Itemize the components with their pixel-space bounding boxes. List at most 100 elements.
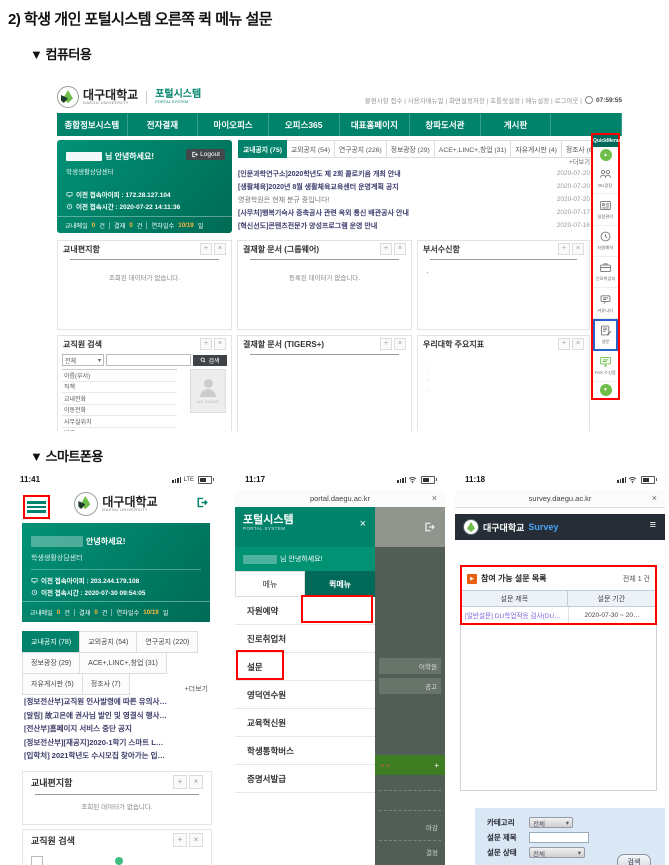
widget-close-button[interactable]: × [214,243,226,255]
drawer-item-yeongdeok-center[interactable]: 영덕연수원 [235,681,375,709]
search-button[interactable]: 검색 [617,854,651,865]
close-icon[interactable]: × [432,493,437,503]
widget-add-button[interactable]: + [380,243,392,255]
notice-title[interactable]: [전산부]홈페이지 서비스 중단 공지 [24,723,216,737]
notice-tab-6[interactable]: 정조사 (7) [82,673,130,695]
notice-tab-0[interactable]: 교내공지 (78) [22,631,80,653]
mail-count-label[interactable]: 교내메일 [65,221,88,230]
notice-title[interactable]: [사무처]행복기숙사 증축공사 관련 옥외 통신 배관공사 안내 [238,208,409,218]
notice-title[interactable]: [정보전산부]교직원 인사발령에 따른 유의사… [24,696,216,710]
quickmenu-scroll-up-button[interactable]: ▲ [600,149,612,161]
drawer-item-survey[interactable]: 설문 [235,653,375,681]
notice-row[interactable]: [혁신선도]콘텐츠전문가 양성프로그램 운영 안내 2020-07-16 [238,219,590,232]
notice-tab-5[interactable]: 자유게시판 (5) [22,673,83,695]
survey-link[interactable]: [일반설문] DU학업적응 검사(DU… [462,607,568,623]
hamburger-menu-icon[interactable]: ≡ [650,519,656,531]
quickmenu-item-community[interactable]: 커뮤니티 [593,288,618,319]
leave-days-label[interactable]: 연차일수 [116,608,139,617]
notice-tab-1[interactable]: 교외공지 (54) [79,631,137,653]
widget-close-button[interactable]: × [394,338,406,350]
widget-close-button[interactable]: × [572,338,584,350]
drawer-item-certificate-issue[interactable]: 증명서발급 [235,765,375,793]
widget-add-button[interactable]: + [173,833,187,847]
hamburger-menu-annotation-red-box[interactable] [23,495,50,519]
nav-item-0[interactable]: 종합정보시스템 [57,113,128,136]
widget-add-button[interactable]: + [200,338,212,350]
close-icon[interactable]: × [652,493,657,503]
notice-tab-0[interactable]: 교내공지 (75) [238,140,287,158]
quickmenu-item-resource-reservation[interactable]: 자원예약 [593,226,618,257]
quickmenu-item-survey-annotation-blue-box[interactable]: 설문 [593,319,618,350]
leave-days-label[interactable]: 연차일수 [151,221,174,230]
notice-title[interactable]: [혁신선도]콘텐츠전문가 양성프로그램 운영 안내 [238,221,377,231]
quickmenu-item-career-center[interactable]: 진로취업처 [593,257,618,288]
widget-close-button[interactable]: × [394,243,406,255]
notice-tab-2[interactable]: 연구공지 (226) [335,140,387,158]
notice-tab-3[interactable]: 정보광장 (29) [387,140,435,158]
drawer-item-career-center[interactable]: 진로취업처 [235,625,375,653]
checkbox[interactable] [31,856,43,865]
widget-add-button[interactable]: + [380,338,392,350]
widget-add-button[interactable]: + [558,338,570,350]
drawer-item-student-bus[interactable]: 학생통학버스 [235,737,375,765]
drawer-tab-menu[interactable]: 메뉴 [235,571,305,597]
notice-row[interactable]: [사무처]행복기숙사 증축공사 관련 옥외 통신 배관공사 안내 2020-07… [238,206,590,219]
drawer-item-education-innovation[interactable]: 교육혁신원 [235,709,375,737]
survey-table-row[interactable]: [일반설문] DU학업적응 검사(DU… 2020-07-30 ~ 20… [462,607,655,623]
drawer-tab-quickmenu[interactable]: 퀵메뉴 [305,571,375,597]
more-link[interactable]: +더보기 [185,684,208,694]
notice-title[interactable]: [정보전산부][재공지]2020-1학기 스마트 L… [24,737,216,751]
nav-item-4[interactable]: 대표홈페이지 [340,113,411,136]
drawer-item-resource-reservation[interactable]: 자원예약 [235,597,375,625]
notice-title[interactable]: 영광학원은 현재 분규 중입니다! [238,195,330,205]
notice-title[interactable]: [인문과학연구소]2020학년도 제 2회 콜로키움 개최 안내 [238,169,401,179]
logout-button[interactable] [195,496,208,509]
quickmenu-scroll-down-button[interactable]: ▼ [600,384,612,396]
notice-title[interactable]: [생활체육]2020년 8월 생활체육교육센터 운영계획 공지 [238,182,399,192]
browser-url-bar[interactable]: portal.daegu.ac.kr × [235,490,445,508]
approval-count-label[interactable]: 결재 [114,221,125,230]
notice-tab-4[interactable]: ACE+,LINC+,창업 (31) [79,652,167,674]
category-select[interactable]: 전체▾ [529,817,573,828]
notice-tab-4[interactable]: ACE+,LINC+,창업 (31) [435,140,512,158]
notice-tab-5[interactable]: 자유게시판 (4) [511,140,561,158]
widget-add-button[interactable]: + [558,243,570,255]
utility-links-text[interactable]: 불편사항 접수 | 사용자매뉴얼 | 화면설정저장 | 포틀릿설정 | 메뉴설정… [365,95,582,105]
staff-scope-select[interactable]: 전체▾ [62,354,104,366]
notice-tab-3[interactable]: 정보광장 (29) [22,652,80,674]
survey-title-input[interactable] [529,832,589,843]
widget-add-button[interactable]: + [200,243,212,255]
nav-item-2[interactable]: 마이오피스 [198,113,269,136]
quickmenu-item-fax-inbox[interactable]: FAX 수신함 [593,351,618,382]
close-icon[interactable]: × [360,518,366,530]
approval-count-label[interactable]: 결재 [79,608,90,617]
nav-item-6[interactable]: 게시판 [481,113,552,136]
nav-item-1[interactable]: 전자결재 [128,113,199,136]
widget-close-button[interactable]: × [214,338,226,350]
notice-title[interactable]: [입학처] 2021학년도 수시모집 찾아가는 입… [24,750,216,764]
widget-close-button[interactable]: × [189,833,203,847]
logout-button[interactable]: Logout [186,149,225,160]
notice-tab-2[interactable]: 연구공지 (220) [136,631,198,653]
more-link[interactable]: +더보기 [569,157,590,166]
notice-row[interactable]: [인문과학연구소]2020학년도 제 2회 콜로키움 개최 안내 2020-07… [238,167,590,180]
status-select[interactable]: 전체▾ [529,847,585,858]
nav-item-5[interactable]: 창파도서관 [410,113,481,136]
quickmenu-item-schedule[interactable]: 일정관리 [593,194,618,225]
notice-row[interactable]: 영광학원은 현재 분규 중입니다! 2020-07-20 [238,193,590,206]
staff-search-input[interactable] [106,354,191,366]
notice-tab-1[interactable]: 교외공지 (54) [287,140,335,158]
notice-title[interactable]: [알림] 故고은애 권사님 발인 및 영결식 행사… [24,710,216,724]
nav-item-3[interactable]: 오피스365 [269,113,340,136]
staff-search-button[interactable]: 검색 [193,355,227,366]
widget-close-button[interactable]: × [572,243,584,255]
logout-icon [423,521,435,533]
dimmed-text-fragment: 결정 [426,847,438,857]
utility-links[interactable]: 불편사항 접수 | 사용자매뉴얼 | 화면설정저장 | 포틀릿설정 | 메뉴설정… [365,95,622,105]
quickmenu-item-du-plaza[interactable]: DU광장 [593,163,618,194]
mail-count-label[interactable]: 교내메일 [30,608,53,617]
browser-url-bar[interactable]: survey.daegu.ac.kr × [455,490,665,508]
notice-row[interactable]: [생활체육]2020년 8월 생활체육교육센터 운영계획 공지 2020-07-… [238,180,590,193]
widget-add-button[interactable]: + [173,775,187,789]
widget-close-button[interactable]: × [189,775,203,789]
